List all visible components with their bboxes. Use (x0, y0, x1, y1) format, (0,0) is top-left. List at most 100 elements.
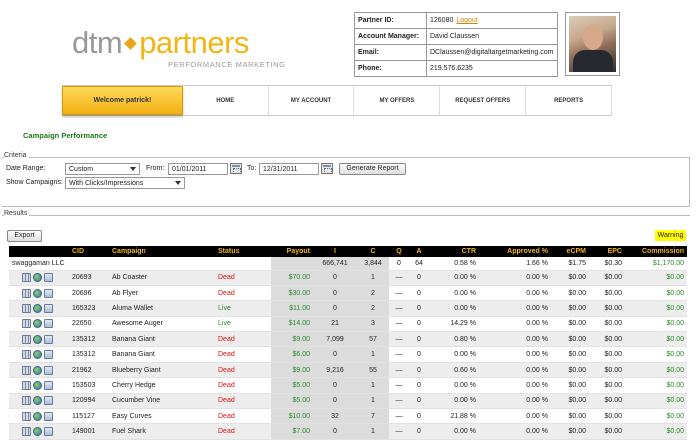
grid-icon[interactable] (22, 273, 31, 283)
grid-icon[interactable] (22, 288, 31, 298)
grid-icon[interactable] (22, 427, 31, 437)
col-header-q[interactable]: Q (389, 246, 409, 257)
cell-status: Dead (215, 393, 271, 410)
document-icon[interactable] (44, 319, 53, 329)
document-icon[interactable] (44, 427, 53, 437)
table-row: 115127 Easy Curves Dead $10.00 32 7—0 21.88 % 0… (9, 408, 687, 425)
row-actions (9, 331, 69, 348)
col-header-ecpm[interactable]: eCPM (551, 246, 589, 257)
cell-ctr: 21.88 % (429, 408, 479, 425)
account-manager-photo (565, 12, 620, 76)
phone-label: Phone: (354, 60, 427, 77)
cell-commission: $0.00 (625, 331, 687, 348)
to-calendar-icon[interactable] (321, 163, 333, 174)
globe-icon[interactable] (33, 350, 42, 360)
col-header-impressions[interactable]: I (313, 246, 357, 257)
to-date-input[interactable]: 12/31/2011 (259, 163, 319, 175)
table-row: 165323 Aluma Wallet Live $11.00 0 2—0 0.00 % 0.… (9, 300, 687, 317)
globe-icon[interactable] (33, 303, 42, 313)
cell-payout: $14.00 (271, 316, 313, 333)
cell-approved: 0.00 % (479, 362, 551, 379)
grid-icon[interactable] (22, 334, 31, 344)
cell-ecpm: $0.00 (551, 331, 589, 348)
cell-ecpm: $0.00 (551, 346, 589, 363)
col-header-a[interactable]: A (409, 246, 429, 257)
date-range-select[interactable]: Custom (65, 163, 140, 175)
document-icon[interactable] (44, 303, 53, 313)
show-campaigns-select[interactable]: With Clicks/Impressions (65, 177, 185, 189)
cell-ctr: 0.80 % (429, 331, 479, 348)
globe-icon[interactable] (33, 319, 42, 329)
cell-commission: $0.00 (625, 316, 687, 333)
grid-icon[interactable] (22, 396, 31, 406)
cell-q: — (389, 316, 409, 333)
cell-ecpm: $0.00 (551, 393, 589, 410)
col-header-cid[interactable]: CID (69, 246, 109, 257)
col-header-commission[interactable]: Commission (625, 246, 687, 257)
nav-my-account[interactable]: MY ACCOUNT (269, 86, 355, 115)
globe-icon[interactable] (33, 273, 42, 283)
document-icon[interactable] (44, 396, 53, 406)
cell-ecpm: $0.00 (551, 285, 589, 302)
globe-icon[interactable] (33, 411, 42, 421)
grid-icon[interactable] (22, 380, 31, 390)
cell-epc: $0.00 (589, 393, 625, 410)
cell-cid: 22650 (69, 316, 109, 333)
dtm-partners-logo[interactable]: dtm partners PERFORMANCE MARKETING (72, 27, 292, 73)
warning-badge[interactable]: Warning (655, 230, 686, 241)
nav-reports[interactable]: REPORTS (526, 86, 612, 115)
globe-icon[interactable] (33, 396, 42, 406)
cell-payout: $5.00 (271, 393, 313, 410)
cell-commission: $0.00 (625, 346, 687, 363)
cell-status: Dead (215, 270, 271, 286)
document-icon[interactable] (44, 411, 53, 421)
document-icon[interactable] (44, 365, 53, 375)
grid-icon[interactable] (22, 303, 31, 313)
document-icon[interactable] (44, 334, 53, 344)
col-header-payout[interactable]: Payout (271, 246, 313, 257)
col-header-ctr[interactable]: CTR (429, 246, 479, 257)
cell-ecpm: $0.00 (551, 423, 589, 440)
document-icon[interactable] (44, 273, 53, 283)
cell-approved: 0.00 % (479, 300, 551, 317)
campaign-performance-table: CID Campaign Status Payout I C Q A CTR A… (9, 246, 687, 440)
col-header-approved[interactable]: Approved % (479, 246, 551, 257)
cell-approved: 0.00 % (479, 285, 551, 302)
col-header-campaign[interactable]: Campaign (109, 246, 215, 257)
summary-clicks: 3,844 (357, 257, 389, 271)
cell-clicks: 1 (357, 423, 389, 440)
grid-icon[interactable] (22, 319, 31, 329)
grid-icon[interactable] (22, 365, 31, 375)
nav-home[interactable]: HOME (183, 86, 269, 115)
from-calendar-icon[interactable] (230, 163, 242, 174)
nav-request-offers[interactable]: REQUEST OFFERS (440, 86, 527, 115)
cell-a: 0 (409, 423, 429, 440)
cell-q: — (389, 285, 409, 302)
document-icon[interactable] (44, 350, 53, 360)
from-date-input[interactable]: 01/01/2011 (168, 163, 228, 175)
globe-icon[interactable] (33, 334, 42, 344)
grid-icon[interactable] (22, 411, 31, 421)
cell-clicks: 1 (357, 393, 389, 410)
nav-my-offers[interactable]: MY OFFERS (354, 86, 441, 115)
globe-icon[interactable] (33, 380, 42, 390)
cell-status: Dead (215, 346, 271, 363)
generate-report-button[interactable]: Generate Report (339, 163, 406, 175)
document-icon[interactable] (44, 288, 53, 298)
globe-icon[interactable] (33, 365, 42, 375)
cell-impressions: 0 (313, 377, 357, 394)
table-row: 20696 Ab Flyer Dead $30.00 0 2—0 0.00 % 0.00 % $… (9, 285, 687, 302)
cell-commission: $0.00 (625, 408, 687, 425)
cell-ecpm: $0.00 (551, 300, 589, 317)
row-actions (9, 423, 69, 440)
col-header-epc[interactable]: EPC (589, 246, 625, 257)
col-header-clicks[interactable]: C (357, 246, 389, 257)
logout-link[interactable]: Logout (456, 17, 477, 24)
cell-approved: 0.00 % (479, 270, 551, 286)
globe-icon[interactable] (33, 288, 42, 298)
grid-icon[interactable] (22, 350, 31, 360)
globe-icon[interactable] (33, 427, 42, 437)
col-header-status[interactable]: Status (215, 246, 271, 257)
export-button[interactable]: Export (7, 230, 42, 242)
document-icon[interactable] (44, 380, 53, 390)
